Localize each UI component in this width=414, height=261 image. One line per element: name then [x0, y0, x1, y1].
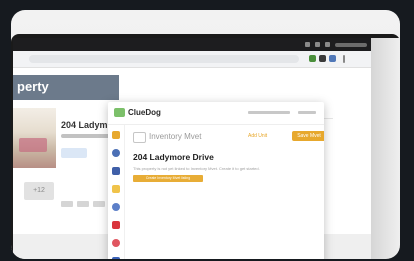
popup-title: Inventory Mvet [149, 132, 202, 141]
save-button[interactable]: Save Mvet [292, 131, 324, 141]
create-listing-button[interactable]: Create Inventory Mvet listing [133, 175, 203, 182]
add-unit-button[interactable]: Add Unit [248, 133, 267, 139]
listing-features [61, 201, 105, 207]
cluedog-logo-icon [114, 108, 125, 117]
listing-title[interactable]: 204 Ladym [61, 120, 108, 130]
user-email [248, 111, 290, 114]
page-header-title: perty [17, 79, 49, 94]
profile-icon[interactable] [329, 55, 336, 62]
key-icon[interactable] [112, 203, 120, 211]
laptop-screen: perty +12 204 Ladym ClueDog Inventory Mv… [13, 38, 371, 259]
k-icon[interactable] [112, 221, 120, 229]
extension-icon[interactable] [319, 55, 326, 62]
popup-header: ClueDog [108, 102, 324, 125]
lifebuoy-icon[interactable] [112, 239, 120, 247]
popup-main: Inventory Mvet Add Unit Save Mvet 204 La… [128, 125, 324, 259]
extension-popup: ClueDog Inventory Mvet Add Unit Save Mve… [108, 102, 324, 259]
home-icon[interactable] [112, 131, 120, 139]
browser-toolbar [13, 51, 371, 68]
cluedog-extension-icon[interactable] [309, 55, 316, 62]
listing-photo[interactable] [13, 108, 56, 168]
popup-sidebar [108, 125, 125, 259]
swap-icon[interactable] [112, 167, 120, 175]
address-bar[interactable] [29, 55, 299, 63]
battery-icon[interactable] [315, 42, 320, 47]
clock [335, 42, 367, 47]
tag-icon[interactable] [112, 185, 120, 193]
menu-icon[interactable] [343, 55, 345, 63]
page-header: perty [13, 75, 119, 100]
logout-link[interactable] [298, 111, 316, 114]
screenshot-card: perty +12 204 Ladym ClueDog Inventory Mv… [11, 10, 400, 259]
flame-icon[interactable] [112, 257, 120, 259]
search-icon[interactable] [325, 42, 330, 47]
laptop-edge [371, 38, 400, 259]
property-address: 204 Ladymore Drive [133, 152, 214, 162]
menubar-tray [305, 41, 367, 48]
listing-tag [61, 148, 87, 158]
brand-name: ClueDog [128, 108, 161, 117]
globe-icon[interactable] [112, 149, 120, 157]
house-icon [133, 132, 146, 143]
wifi-icon[interactable] [305, 42, 310, 47]
property-description: This property is not yet linked to Inven… [133, 166, 260, 171]
os-menubar [13, 38, 371, 51]
photo-count[interactable]: +12 [24, 182, 54, 200]
listing-subtitle [61, 134, 111, 138]
